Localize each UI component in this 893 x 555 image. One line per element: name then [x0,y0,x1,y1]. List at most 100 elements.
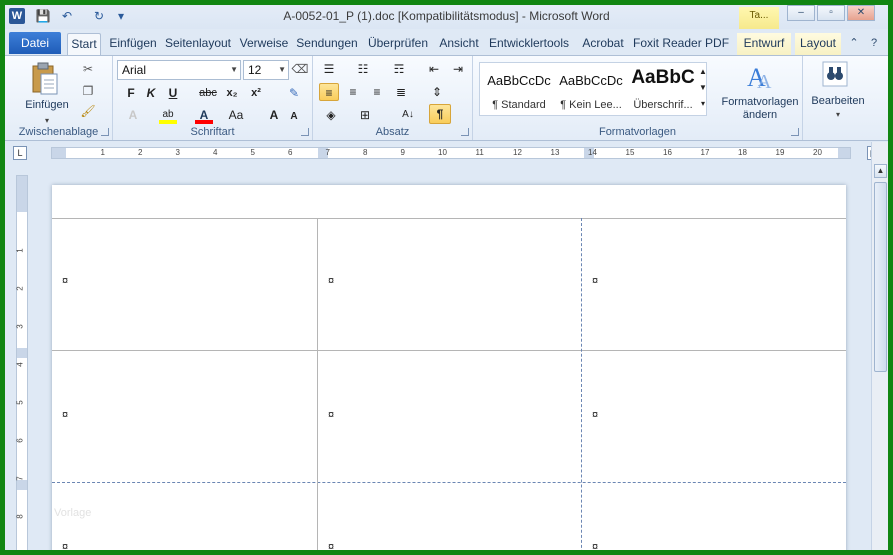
superscript-button[interactable]: x² [247,84,265,102]
ruler-tick-label: 3 [175,148,180,157]
change-styles-icon[interactable]: A A [745,60,777,92]
tab-review[interactable]: Überprüfen [363,33,433,55]
close-button[interactable]: ✕ [847,5,875,21]
sort-icon[interactable]: A↓ [399,106,417,124]
highlight-icon[interactable]: ab [159,106,177,124]
font-name-combo[interactable]: Arial ▼ [117,60,241,80]
watermark-text: Vorlage [54,507,92,519]
cut-icon[interactable]: ✂ [79,60,97,78]
ruler-tick-label: 14 [588,148,597,157]
ruler-tick-label: 4 [213,148,218,157]
change-case-button[interactable]: Aa [225,106,247,124]
tab-insert[interactable]: Einfügen [105,33,161,55]
help-icon[interactable]: ? [867,36,881,50]
cell-end-mark[interactable]: ¤ [592,409,598,421]
maximize-button[interactable]: ▫ [817,5,845,21]
tab-mailings[interactable]: Sendungen [295,33,359,55]
subscript-button[interactable]: x₂ [223,84,241,102]
row-marker[interactable] [17,348,27,358]
cell-end-mark[interactable]: ¤ [328,541,334,550]
page[interactable]: ¤ ¤ ¤ ¤ ¤ ¤ ¤ ¤ ¤ Vorlage [52,185,846,550]
ruler-tick-label: 12 [513,148,522,157]
cell-end-mark[interactable]: ¤ [62,275,68,287]
line-spacing-icon[interactable]: ⇕ [425,83,449,101]
copy-icon[interactable]: ❐ [79,82,97,100]
paragraph-launcher-icon[interactable] [461,128,469,136]
group-paragraph: ☰ ☷ ☶ ⇤ ⇥ ≡ ≡ ≡ ≣ ⇕ ◈ ⊞ A↓ ¶ Absatz [313,56,473,140]
left-margin [52,148,66,158]
align-center-icon[interactable]: ≡ [343,83,363,101]
cell-end-mark[interactable]: ¤ [592,275,598,287]
cell-end-mark[interactable]: ¤ [62,541,68,550]
tab-foxit[interactable]: Foxit Reader PDF [633,33,729,55]
clipboard-launcher-icon[interactable] [101,128,109,136]
style-heading[interactable]: AaBbC Überschrif... [628,63,698,115]
format-painter-icon[interactable]: 🖌 [79,102,97,120]
numbering-icon[interactable]: ☷ [353,60,373,78]
row-marker[interactable] [17,480,27,490]
clear-formatting-icon[interactable]: ⌫ [291,60,309,78]
tab-references[interactable]: Verweise [237,33,291,55]
justify-icon[interactable]: ≣ [391,83,411,101]
font-launcher-icon[interactable] [301,128,309,136]
increase-indent-icon[interactable]: ⇥ [449,60,467,78]
ruler-tick-label: 5 [15,400,25,405]
decrease-indent-icon[interactable]: ⇤ [425,60,443,78]
gallery-down-icon[interactable]: ▼ [698,81,708,97]
style-no-spacing[interactable]: AaBbCcDc ¶ Kein Lee... [556,63,626,115]
grow-font-button[interactable]: A [267,106,281,124]
ruler-tick-label: 1 [100,148,105,157]
cell-end-mark[interactable]: ¤ [62,409,68,421]
ruler-tick-label: 7 [15,476,25,481]
ruler-tick-label: 13 [550,148,560,157]
shrink-font-button[interactable]: A [287,108,301,126]
strikethrough-button[interactable]: abc [197,84,219,102]
tab-view[interactable]: Ansicht [437,33,481,55]
tab-acrobat[interactable]: Acrobat [577,33,629,55]
cell-end-mark[interactable]: ¤ [328,409,334,421]
underline-button[interactable]: U [165,84,181,102]
gallery-more-icon[interactable]: ▾ [698,97,708,113]
tab-start[interactable]: Start [67,33,101,55]
table-gridline [52,218,846,219]
font-size-combo[interactable]: 12 ▼ [243,60,289,80]
gallery-up-icon[interactable]: ▲ [698,65,708,81]
group-font: Arial ▼ 12 ▼ ⌫ F K U abc x₂ x² ✎ A ab A … [113,56,313,140]
style-standard[interactable]: AaBbCcDc ¶ Standard [484,63,554,115]
style-sample: AaBbC [631,67,695,88]
align-right-icon[interactable]: ≡ [367,83,387,101]
horizontal-ruler[interactable]: 1 2 3 4 5 6 7 8 9 10 11 12 13 14 15 16 17 18 19 20 [51,147,851,159]
text-effects-icon[interactable]: A [123,106,143,124]
tab-design[interactable]: Entwurf [737,33,791,55]
italic-button[interactable]: K [143,84,159,102]
cell-end-mark[interactable]: ¤ [592,541,598,550]
change-case-icon[interactable]: ✎ [283,84,305,102]
binoculars-icon[interactable] [821,60,849,88]
scroll-thumb[interactable] [874,182,887,372]
tab-selector[interactable]: L [13,146,27,160]
align-left-icon[interactable]: ≡ [319,83,339,101]
bullets-icon[interactable]: ☰ [319,60,339,78]
tab-developer[interactable]: Entwicklertools [485,33,573,55]
show-formatting-button[interactable]: ¶ [429,104,451,124]
paste-icon[interactable] [29,62,61,96]
style-name: ¶ Standard [492,99,546,111]
tab-layout[interactable]: Layout [795,33,841,55]
vertical-scrollbar[interactable]: ▲ [871,142,888,550]
styles-launcher-icon[interactable] [791,128,799,136]
collapse-ribbon-icon[interactable]: ⌃ [847,36,861,50]
tab-file[interactable]: Datei [9,32,61,54]
cell-end-mark[interactable]: ¤ [328,275,334,287]
group-label-font: Schriftart [190,126,235,138]
font-color-icon[interactable]: A [195,106,213,124]
vertical-ruler[interactable]: 1 2 3 4 5 6 7 8 [15,175,28,550]
borders-icon[interactable]: ⊞ [353,106,377,124]
shading-icon[interactable]: ◈ [319,106,343,124]
minimize-button[interactable]: – [787,5,815,21]
change-styles-button[interactable]: Formatvorlagen ändern [715,96,805,124]
bold-button[interactable]: F [123,84,139,102]
multilevel-list-icon[interactable]: ☶ [387,60,411,78]
tab-page-layout[interactable]: Seitenlayout [163,33,233,55]
scroll-up-icon[interactable]: ▲ [874,164,887,178]
chevron-down-icon[interactable]: ▾ [831,106,845,124]
